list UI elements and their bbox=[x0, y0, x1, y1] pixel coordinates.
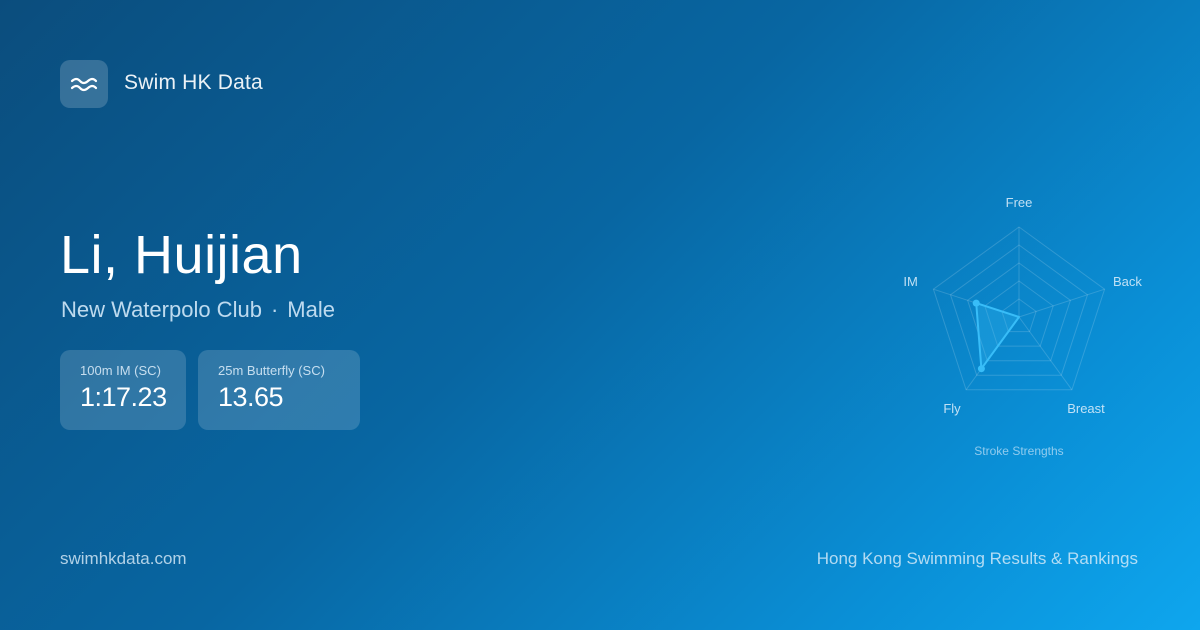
swimmer-club: New Waterpolo Club bbox=[61, 297, 262, 322]
radar-data-point bbox=[977, 365, 985, 373]
best-time-value: 13.65 bbox=[218, 382, 284, 412]
radar-axis-label: IM bbox=[903, 274, 917, 289]
stroke-radar-chart: Free Back Breast Fly IM Stroke Strengths bbox=[903, 195, 1142, 458]
best-time-event: 25m Butterfly (SC) bbox=[218, 363, 325, 378]
radar-series-area bbox=[975, 302, 1020, 370]
best-time-card: 25m Butterfly (SC) 13.65 bbox=[198, 350, 360, 430]
radar-axis-line bbox=[1018, 288, 1105, 318]
radar-axis-label: Back bbox=[1113, 274, 1142, 289]
separator-dot: · bbox=[270, 297, 279, 322]
logo-badge bbox=[60, 60, 108, 108]
brand-name: Swim HK Data bbox=[124, 71, 263, 94]
radar-axis-label: Breast bbox=[1067, 401, 1105, 416]
radar-axis-line bbox=[1018, 316, 1073, 391]
best-time-event: 100m IM (SC) bbox=[80, 363, 161, 378]
radar-chart-title: Stroke Strengths bbox=[974, 444, 1063, 458]
radar-data-point bbox=[972, 299, 980, 307]
swimmer-subline: New Waterpolo Club · Male bbox=[61, 297, 335, 323]
radar-axis-label: Fly bbox=[943, 401, 961, 416]
best-time-value: 1:17.23 bbox=[80, 382, 167, 412]
site-tagline: Hong Kong Swimming Results & Rankings bbox=[816, 549, 1138, 568]
radar-axis-label: Free bbox=[1006, 195, 1033, 210]
swimmer-gender: Male bbox=[287, 297, 335, 322]
site-url: swimhkdata.com bbox=[60, 549, 187, 568]
best-time-card: 100m IM (SC) 1:17.23 bbox=[60, 350, 186, 430]
swimmer-name: Li, Huijian bbox=[60, 225, 303, 285]
waves-icon bbox=[70, 77, 98, 92]
